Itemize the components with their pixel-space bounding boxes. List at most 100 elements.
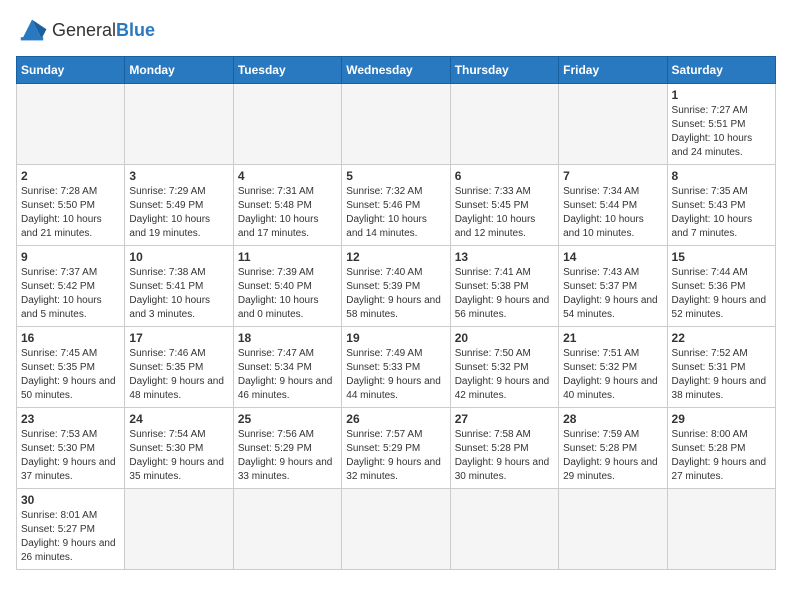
day-info: Sunrise: 7:43 AM Sunset: 5:37 PM Dayligh… bbox=[563, 266, 662, 322]
day-number: 7 bbox=[563, 169, 662, 183]
day-number: 12 bbox=[346, 250, 445, 264]
day-cell bbox=[17, 84, 125, 165]
day-cell bbox=[342, 489, 450, 570]
day-number: 17 bbox=[129, 331, 228, 345]
day-info: Sunrise: 7:34 AM Sunset: 5:44 PM Dayligh… bbox=[563, 185, 662, 241]
day-number: 28 bbox=[563, 412, 662, 426]
day-info: Sunrise: 7:33 AM Sunset: 5:45 PM Dayligh… bbox=[455, 185, 554, 241]
day-cell: 2 Sunrise: 7:28 AM Sunset: 5:50 PM Daylig… bbox=[17, 165, 125, 246]
day-cell: 20 Sunrise: 7:50 AM Sunset: 5:32 PM Dayli… bbox=[450, 327, 558, 408]
day-cell: 16Sunrise: 7:45 AM Sunset: 5:35 PM Dayli… bbox=[17, 327, 125, 408]
day-cell bbox=[559, 489, 667, 570]
day-number: 9 bbox=[21, 250, 120, 264]
week-row-1: 2 Sunrise: 7:28 AM Sunset: 5:50 PM Daylig… bbox=[17, 165, 776, 246]
logo-text: GeneralBlue bbox=[52, 20, 155, 41]
day-number: 19 bbox=[346, 331, 445, 345]
day-number: 2 bbox=[21, 169, 120, 183]
day-cell: 21 Sunrise: 7:51 AM Sunset: 5:32 PM Dayli… bbox=[559, 327, 667, 408]
day-info: Sunrise: 7:39 AM Sunset: 5:40 PM Dayligh… bbox=[238, 266, 337, 322]
day-cell: 23 Sunrise: 7:53 AM Sunset: 5:30 PM Dayli… bbox=[17, 408, 125, 489]
day-of-week-saturday: Saturday bbox=[667, 57, 775, 84]
day-cell bbox=[125, 84, 233, 165]
day-cell: 5Sunrise: 7:32 AM Sunset: 5:46 PM Daylig… bbox=[342, 165, 450, 246]
day-info: Sunrise: 7:28 AM Sunset: 5:50 PM Dayligh… bbox=[21, 185, 120, 241]
day-cell: 29Sunrise: 8:00 AM Sunset: 5:28 PM Dayli… bbox=[667, 408, 775, 489]
week-row-2: 9Sunrise: 7:37 AM Sunset: 5:42 PM Daylig… bbox=[17, 246, 776, 327]
day-cell bbox=[450, 489, 558, 570]
day-number: 25 bbox=[238, 412, 337, 426]
day-cell: 19 Sunrise: 7:49 AM Sunset: 5:33 PM Dayli… bbox=[342, 327, 450, 408]
day-cell bbox=[559, 84, 667, 165]
day-info: Sunrise: 7:51 AM Sunset: 5:32 PM Dayligh… bbox=[563, 347, 662, 403]
day-info: Sunrise: 7:59 AM Sunset: 5:28 PM Dayligh… bbox=[563, 428, 662, 484]
day-number: 4 bbox=[238, 169, 337, 183]
day-number: 1 bbox=[672, 88, 771, 102]
day-cell bbox=[125, 489, 233, 570]
day-number: 15 bbox=[672, 250, 771, 264]
day-info: Sunrise: 7:52 AM Sunset: 5:31 PM Dayligh… bbox=[672, 347, 771, 403]
day-cell: 13 Sunrise: 7:41 AM Sunset: 5:38 PM Dayli… bbox=[450, 246, 558, 327]
day-number: 27 bbox=[455, 412, 554, 426]
day-cell bbox=[342, 84, 450, 165]
day-cell: 3Sunrise: 7:29 AM Sunset: 5:49 PM Daylig… bbox=[125, 165, 233, 246]
week-row-5: 30Sunrise: 8:01 AM Sunset: 5:27 PM Dayli… bbox=[17, 489, 776, 570]
day-info: Sunrise: 7:49 AM Sunset: 5:33 PM Dayligh… bbox=[346, 347, 445, 403]
day-info: Sunrise: 7:47 AM Sunset: 5:34 PM Dayligh… bbox=[238, 347, 337, 403]
day-cell: 7 Sunrise: 7:34 AM Sunset: 5:44 PM Daylig… bbox=[559, 165, 667, 246]
day-cell: 27Sunrise: 7:58 AM Sunset: 5:28 PM Dayli… bbox=[450, 408, 558, 489]
day-info: Sunrise: 7:44 AM Sunset: 5:36 PM Dayligh… bbox=[672, 266, 771, 322]
day-info: Sunrise: 7:57 AM Sunset: 5:29 PM Dayligh… bbox=[346, 428, 445, 484]
day-cell bbox=[233, 84, 341, 165]
day-number: 14 bbox=[563, 250, 662, 264]
day-cell: 15 Sunrise: 7:44 AM Sunset: 5:36 PM Dayli… bbox=[667, 246, 775, 327]
day-info: Sunrise: 7:46 AM Sunset: 5:35 PM Dayligh… bbox=[129, 347, 228, 403]
calendar: SundayMondayTuesdayWednesdayThursdayFrid… bbox=[16, 56, 776, 570]
page-header: GeneralBlue bbox=[16, 16, 776, 44]
day-cell bbox=[233, 489, 341, 570]
day-number: 23 bbox=[21, 412, 120, 426]
week-row-4: 23 Sunrise: 7:53 AM Sunset: 5:30 PM Dayli… bbox=[17, 408, 776, 489]
day-cell: 6Sunrise: 7:33 AM Sunset: 5:45 PM Daylig… bbox=[450, 165, 558, 246]
day-cell: 22 Sunrise: 7:52 AM Sunset: 5:31 PM Dayli… bbox=[667, 327, 775, 408]
day-number: 16 bbox=[21, 331, 120, 345]
day-cell: 4 Sunrise: 7:31 AM Sunset: 5:48 PM Daylig… bbox=[233, 165, 341, 246]
day-cell: 14 Sunrise: 7:43 AM Sunset: 5:37 PM Dayli… bbox=[559, 246, 667, 327]
day-number: 20 bbox=[455, 331, 554, 345]
day-cell: 8 Sunrise: 7:35 AM Sunset: 5:43 PM Daylig… bbox=[667, 165, 775, 246]
day-info: Sunrise: 7:41 AM Sunset: 5:38 PM Dayligh… bbox=[455, 266, 554, 322]
day-cell: 30Sunrise: 8:01 AM Sunset: 5:27 PM Dayli… bbox=[17, 489, 125, 570]
day-cell: 10Sunrise: 7:38 AM Sunset: 5:41 PM Dayli… bbox=[125, 246, 233, 327]
day-number: 8 bbox=[672, 169, 771, 183]
day-of-week-sunday: Sunday bbox=[17, 57, 125, 84]
day-number: 11 bbox=[238, 250, 337, 264]
day-number: 24 bbox=[129, 412, 228, 426]
day-cell: 9Sunrise: 7:37 AM Sunset: 5:42 PM Daylig… bbox=[17, 246, 125, 327]
day-number: 22 bbox=[672, 331, 771, 345]
day-of-week-tuesday: Tuesday bbox=[233, 57, 341, 84]
day-cell: 24 Sunrise: 7:54 AM Sunset: 5:30 PM Dayli… bbox=[125, 408, 233, 489]
day-info: Sunrise: 7:35 AM Sunset: 5:43 PM Dayligh… bbox=[672, 185, 771, 241]
day-cell: 18 Sunrise: 7:47 AM Sunset: 5:34 PM Dayli… bbox=[233, 327, 341, 408]
day-info: Sunrise: 7:54 AM Sunset: 5:30 PM Dayligh… bbox=[129, 428, 228, 484]
day-info: Sunrise: 7:50 AM Sunset: 5:32 PM Dayligh… bbox=[455, 347, 554, 403]
day-cell: 26 Sunrise: 7:57 AM Sunset: 5:29 PM Dayli… bbox=[342, 408, 450, 489]
day-info: Sunrise: 7:27 AM Sunset: 5:51 PM Dayligh… bbox=[672, 104, 771, 160]
day-number: 13 bbox=[455, 250, 554, 264]
day-cell: 1 Sunrise: 7:27 AM Sunset: 5:51 PM Daylig… bbox=[667, 84, 775, 165]
day-info: Sunrise: 7:31 AM Sunset: 5:48 PM Dayligh… bbox=[238, 185, 337, 241]
day-number: 26 bbox=[346, 412, 445, 426]
day-info: Sunrise: 7:32 AM Sunset: 5:46 PM Dayligh… bbox=[346, 185, 445, 241]
day-number: 21 bbox=[563, 331, 662, 345]
day-info: Sunrise: 7:29 AM Sunset: 5:49 PM Dayligh… bbox=[129, 185, 228, 241]
day-info: Sunrise: 7:56 AM Sunset: 5:29 PM Dayligh… bbox=[238, 428, 337, 484]
day-number: 18 bbox=[238, 331, 337, 345]
day-cell bbox=[450, 84, 558, 165]
day-info: Sunrise: 8:01 AM Sunset: 5:27 PM Dayligh… bbox=[21, 509, 120, 565]
week-row-3: 16Sunrise: 7:45 AM Sunset: 5:35 PM Dayli… bbox=[17, 327, 776, 408]
day-number: 29 bbox=[672, 412, 771, 426]
day-info: Sunrise: 7:40 AM Sunset: 5:39 PM Dayligh… bbox=[346, 266, 445, 322]
logo-icon bbox=[16, 16, 48, 44]
week-row-0: 1 Sunrise: 7:27 AM Sunset: 5:51 PM Daylig… bbox=[17, 84, 776, 165]
day-info: Sunrise: 7:53 AM Sunset: 5:30 PM Dayligh… bbox=[21, 428, 120, 484]
day-cell: 25 Sunrise: 7:56 AM Sunset: 5:29 PM Dayli… bbox=[233, 408, 341, 489]
